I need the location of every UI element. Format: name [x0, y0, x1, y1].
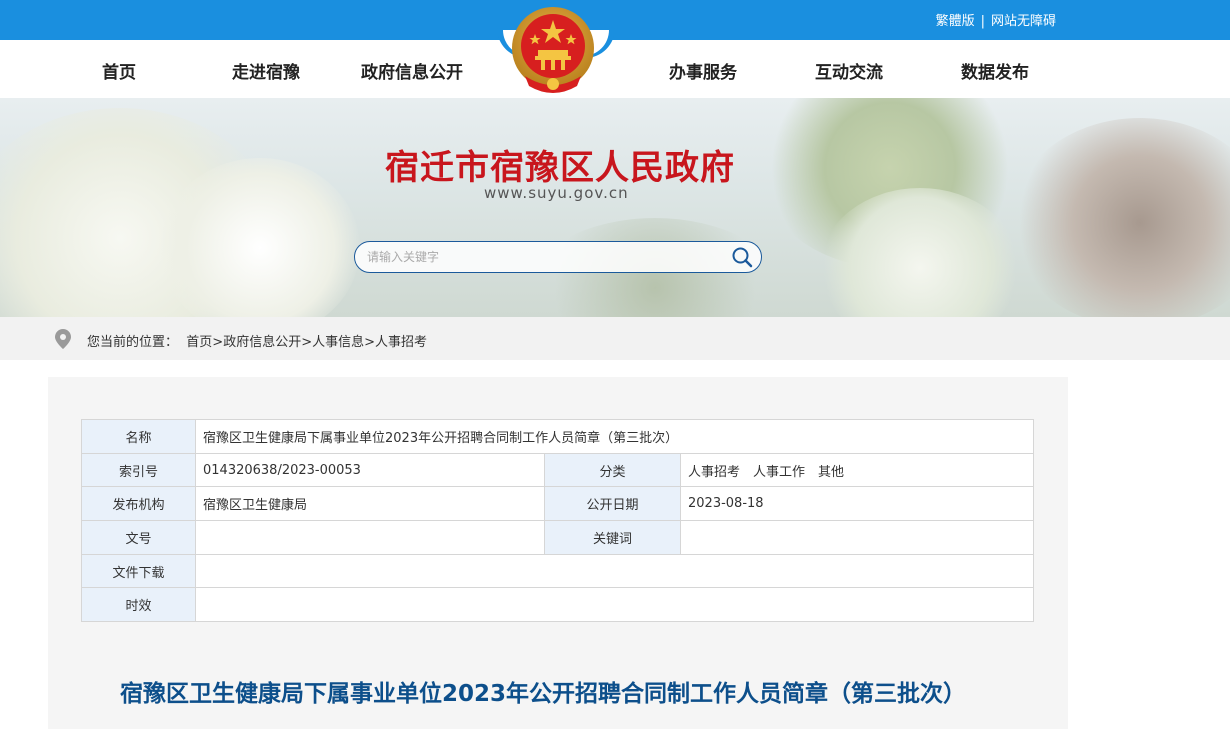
- date-value: 2023-08-18: [680, 486, 1034, 522]
- banner-branch: [1010, 118, 1230, 317]
- table-row: 文件下载: [81, 553, 1034, 589]
- publisher-value: 宿豫区卫生健康局: [195, 486, 545, 522]
- table-row: 时效: [81, 587, 1034, 623]
- article-title: 宿豫区卫生健康局下属事业单位2023年公开招聘合同制工作人员简章（第三批次）: [120, 681, 967, 707]
- main-nav: 首页 走进宿豫 政府信息公开 办事服务 互动交流 数据发布: [0, 40, 1230, 98]
- index-label: 索引号: [81, 452, 196, 488]
- table-row: 文号 关键词: [81, 520, 1034, 555]
- date-label: 公开日期: [544, 486, 681, 522]
- breadcrumb-personnel-info[interactable]: 人事信息: [312, 335, 364, 350]
- docno-value: [195, 520, 545, 555]
- keywords-value: [680, 520, 1034, 555]
- search-input[interactable]: [367, 248, 717, 266]
- breadcrumb: 您当前的位置： 首页>政府信息公开>人事信息>人事招考: [87, 331, 427, 350]
- breadcrumb-home[interactable]: 首页: [186, 335, 212, 350]
- site-banner: 宿迁市宿豫区人民政府 www.suyu.gov.cn: [0, 98, 1230, 317]
- category-value: 人事招考 人事工作 其他: [680, 452, 1034, 488]
- table-row: 发布机构 宿豫区卫生健康局 公开日期 2023-08-18: [81, 486, 1034, 522]
- nav-item-services[interactable]: 办事服务: [669, 58, 737, 83]
- table-row: 索引号 014320638/2023-00053 分类 人事招考 人事工作 其他: [81, 452, 1034, 488]
- breadcrumb-sep: >: [364, 335, 376, 350]
- docno-label: 文号: [81, 520, 196, 555]
- index-value: 014320638/2023-00053: [195, 452, 545, 488]
- download-label: 文件下载: [81, 553, 196, 589]
- breadcrumb-gov-info[interactable]: 政府信息公开: [223, 335, 301, 350]
- breadcrumb-prefix: 您当前的位置：: [87, 335, 179, 350]
- nav-item-about[interactable]: 走进宿豫: [232, 58, 300, 83]
- breadcrumb-sep: >: [301, 335, 313, 350]
- publisher-label: 发布机构: [81, 486, 196, 522]
- keywords-label: 关键词: [544, 520, 681, 555]
- location-pin-icon: [55, 329, 71, 349]
- name-value: 宿豫区卫生健康局下属事业单位2023年公开招聘合同制工作人员简章（第三批次）: [195, 419, 1034, 454]
- site-url: www.suyu.gov.cn: [484, 184, 629, 202]
- document-meta-table: 名称 宿豫区卫生健康局下属事业单位2023年公开招聘合同制工作人员简章（第三批次…: [81, 419, 1034, 623]
- category-label: 分类: [544, 452, 681, 488]
- table-row: 名称 宿豫区卫生健康局下属事业单位2023年公开招聘合同制工作人员简章（第三批次…: [81, 419, 1034, 454]
- top-links: 繁體版 | 网站无障碍: [936, 10, 1056, 29]
- national-emblem-icon[interactable]: [511, 6, 595, 98]
- breadcrumb-recruitment[interactable]: 人事招考: [375, 335, 427, 350]
- nav-item-data[interactable]: 数据发布: [961, 58, 1029, 83]
- breadcrumb-sep: >: [212, 335, 224, 350]
- site-title: 宿迁市宿豫区人民政府: [385, 148, 735, 188]
- breadcrumb-bar: 您当前的位置： 首页>政府信息公开>人事信息>人事招考: [0, 317, 1230, 360]
- name-label: 名称: [81, 419, 196, 454]
- nav-item-home[interactable]: 首页: [102, 58, 136, 83]
- top-bar: 繁體版 | 网站无障碍: [0, 0, 1230, 40]
- top-links-separator: |: [980, 14, 985, 29]
- traditional-chinese-link[interactable]: 繁體版: [936, 14, 975, 29]
- nav-item-interaction[interactable]: 互动交流: [815, 58, 883, 83]
- accessibility-link[interactable]: 网站无障碍: [991, 14, 1056, 29]
- nav-item-gov-info[interactable]: 政府信息公开: [361, 58, 463, 83]
- validity-value: [195, 587, 1034, 623]
- download-value[interactable]: [195, 553, 1034, 589]
- search-box: [354, 241, 762, 273]
- validity-label: 时效: [81, 587, 196, 623]
- search-icon[interactable]: [731, 246, 753, 268]
